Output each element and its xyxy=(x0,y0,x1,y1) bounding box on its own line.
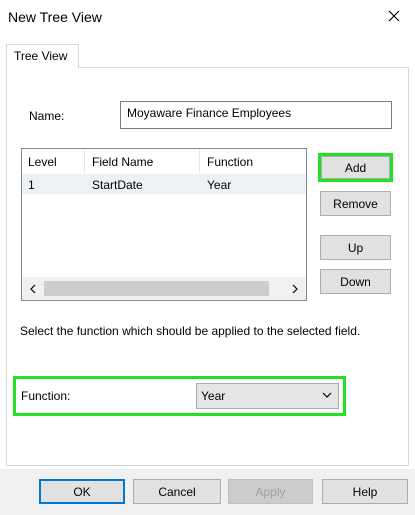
cell-field-name: StartDate xyxy=(92,178,143,192)
cell-level: 1 xyxy=(28,178,35,192)
chevron-left-icon xyxy=(30,284,36,293)
function-hint: Select the function which should be appl… xyxy=(20,324,361,338)
column-header-level[interactable]: Level xyxy=(28,155,57,169)
up-button[interactable]: Up xyxy=(320,235,391,260)
down-button[interactable]: Down xyxy=(320,269,391,294)
horizontal-scrollbar[interactable] xyxy=(22,277,306,300)
window-title: New Tree View xyxy=(8,9,102,25)
close-icon xyxy=(388,10,400,22)
close-button[interactable] xyxy=(379,3,409,29)
chevron-right-icon xyxy=(292,284,298,293)
tab-tree-view[interactable]: Tree View xyxy=(6,44,79,68)
list-header: Level Field Name Function xyxy=(22,149,306,173)
scroll-thumb[interactable] xyxy=(44,281,269,296)
fields-list[interactable]: Level Field Name Function 1 StartDate Ye… xyxy=(21,148,307,301)
table-row[interactable]: 1 StartDate Year xyxy=(22,174,306,194)
ok-button[interactable]: OK xyxy=(39,479,125,504)
cancel-button[interactable]: Cancel xyxy=(133,479,221,504)
column-header-function[interactable]: Function xyxy=(207,155,253,169)
name-input[interactable]: Moyaware Finance Employees xyxy=(120,101,392,129)
chevron-down-icon xyxy=(322,392,332,398)
scroll-right-button[interactable] xyxy=(284,277,306,300)
help-button[interactable]: Help xyxy=(322,479,408,504)
scroll-left-button[interactable] xyxy=(22,277,44,300)
function-select-value: Year xyxy=(201,389,226,403)
function-label: Function: xyxy=(21,389,71,403)
add-button[interactable]: Add xyxy=(321,156,390,179)
function-select[interactable]: Year xyxy=(196,383,339,409)
cell-function: Year xyxy=(207,178,232,192)
remove-button[interactable]: Remove xyxy=(320,191,391,216)
apply-button[interactable]: Apply xyxy=(228,479,313,504)
column-header-field-name[interactable]: Field Name xyxy=(92,155,153,169)
name-label: Name: xyxy=(29,109,65,123)
